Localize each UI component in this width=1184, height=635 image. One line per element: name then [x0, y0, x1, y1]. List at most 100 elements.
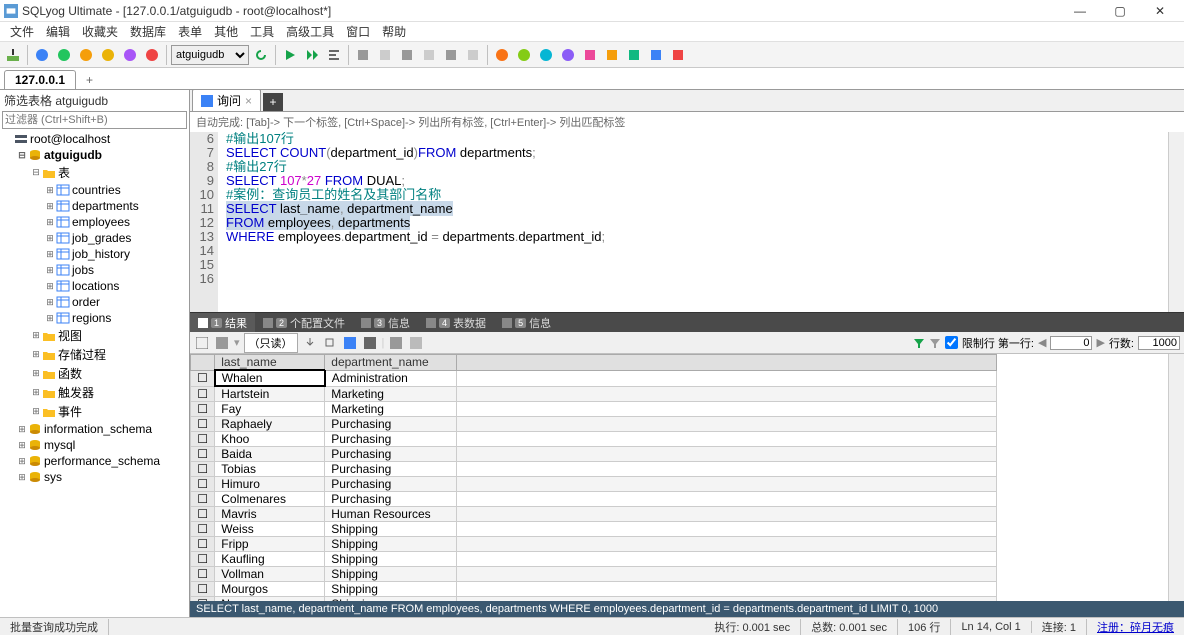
menu-item[interactable]: 工具	[244, 21, 280, 42]
sync-icon[interactable]	[668, 45, 688, 65]
first-row-input[interactable]	[1050, 336, 1092, 350]
table-row[interactable]: ☐TobiasPurchasing	[191, 462, 997, 477]
limit-checkbox[interactable]	[945, 336, 958, 349]
menu-item[interactable]: 数据库	[124, 21, 172, 42]
table-row[interactable]: ☐MourgosShipping	[191, 582, 997, 597]
menu-item[interactable]: 收藏夹	[76, 21, 124, 42]
tree-item[interactable]: ⊞函数	[2, 364, 187, 383]
result-grid[interactable]: last_namedepartment_name☐WhalenAdministr…	[190, 354, 997, 601]
sync-icon[interactable]	[514, 45, 534, 65]
tree-item[interactable]: ⊟atguigudb	[2, 147, 187, 163]
menu-item[interactable]: 编辑	[40, 21, 76, 42]
tree-item[interactable]: ⊞performance_schema	[2, 453, 187, 469]
tree-item[interactable]: root@localhost	[2, 131, 187, 147]
table-row[interactable]: ☐MavrisHuman Resources	[191, 507, 997, 522]
menu-item[interactable]: 文件	[4, 21, 40, 42]
query-tab[interactable]: 询问 ×	[192, 90, 261, 111]
first-row-prev-icon[interactable]: ◀	[1038, 336, 1046, 349]
table-row[interactable]: ☐HartsteinMarketing	[191, 386, 997, 402]
tree-item[interactable]: ⊞sys	[2, 469, 187, 485]
tree-item[interactable]: ⊞regions	[2, 310, 187, 326]
result-tab[interactable]: 2 个配置文件	[255, 313, 353, 333]
table-row[interactable]: ☐WeissShipping	[191, 522, 997, 537]
sync-icon[interactable]	[624, 45, 644, 65]
table-row[interactable]: ☐VollmanShipping	[191, 567, 997, 582]
column-header[interactable]: last_name	[215, 355, 325, 371]
close-button[interactable]: ✕	[1140, 1, 1180, 21]
tree-item[interactable]: ⊟表	[2, 163, 187, 182]
tool-icon[interactable]	[441, 45, 461, 65]
tree-item[interactable]: ⊞information_schema	[2, 421, 187, 437]
table-row[interactable]: ☐FayMarketing	[191, 402, 997, 417]
tool-icon[interactable]	[353, 45, 373, 65]
tree-item[interactable]: ⊞locations	[2, 278, 187, 294]
tool-icon[interactable]	[408, 335, 424, 351]
tree-item[interactable]: ⊞视图	[2, 326, 187, 345]
tree-item[interactable]: ⊞job_grades	[2, 230, 187, 246]
tool-icon[interactable]	[388, 335, 404, 351]
new-connection-icon[interactable]	[3, 45, 23, 65]
maximize-button[interactable]: ▢	[1100, 1, 1140, 21]
menu-item[interactable]: 其他	[208, 21, 244, 42]
object-tree[interactable]: root@localhost⊟atguigudb⊟表⊞countries⊞dep…	[0, 129, 189, 617]
format-icon[interactable]	[324, 45, 344, 65]
code-area[interactable]: #输出107行SELECT COUNT(department_id)FROM d…	[218, 132, 1168, 312]
tree-item[interactable]: ⊞job_history	[2, 246, 187, 262]
editor-scrollbar[interactable]	[1168, 132, 1184, 312]
rowcount-input[interactable]	[1138, 336, 1180, 350]
globe-green-icon[interactable]	[54, 45, 74, 65]
clear-filter-icon[interactable]	[929, 337, 941, 349]
minimize-button[interactable]: —	[1060, 1, 1100, 21]
table-row[interactable]: ☐HimuroPurchasing	[191, 477, 997, 492]
tree-item[interactable]: ⊞触发器	[2, 383, 187, 402]
tree-item[interactable]: ⊞order	[2, 294, 187, 310]
globe-orange-icon[interactable]	[76, 45, 96, 65]
refresh-icon[interactable]	[251, 45, 271, 65]
table-row[interactable]: ☐RaphaelyPurchasing	[191, 417, 997, 432]
table-row[interactable]: ☐KauflingShipping	[191, 552, 997, 567]
table-row[interactable]: ☐ColmenaresPurchasing	[191, 492, 997, 507]
tool-icon[interactable]	[397, 45, 417, 65]
tree-item[interactable]: ⊞存储过程	[2, 345, 187, 364]
delete-icon[interactable]	[362, 335, 378, 351]
filter-icon[interactable]	[913, 337, 925, 349]
export-icon[interactable]	[302, 335, 318, 351]
execute-all-icon[interactable]	[302, 45, 322, 65]
execute-icon[interactable]	[280, 45, 300, 65]
tree-item[interactable]: ⊞departments	[2, 198, 187, 214]
table-row[interactable]: ☐FrippShipping	[191, 537, 997, 552]
tree-item[interactable]: ⊞事件	[2, 402, 187, 421]
tree-item[interactable]: ⊞jobs	[2, 262, 187, 278]
sync-icon[interactable]	[602, 45, 622, 65]
result-tab[interactable]: 5 信息	[494, 313, 559, 333]
connection-tab[interactable]: 127.0.0.1	[4, 70, 76, 89]
sql-editor[interactable]: 678910111213141516 #输出107行SELECT COUNT(d…	[190, 132, 1184, 312]
form-view-icon[interactable]	[214, 335, 230, 351]
menu-item[interactable]: 窗口	[340, 21, 376, 42]
copy-icon[interactable]	[322, 335, 338, 351]
close-tab-icon[interactable]: ×	[245, 94, 252, 108]
sync-icon[interactable]	[580, 45, 600, 65]
tool-icon[interactable]	[375, 45, 395, 65]
grid-view-icon[interactable]	[194, 335, 210, 351]
first-row-next-icon[interactable]: ▶	[1096, 336, 1104, 349]
table-row[interactable]: ☐NayerShipping	[191, 597, 997, 602]
tree-item[interactable]: ⊞employees	[2, 214, 187, 230]
globe-yellow-icon[interactable]	[98, 45, 118, 65]
globe-blue-icon[interactable]	[32, 45, 52, 65]
filter-input[interactable]	[2, 111, 187, 129]
table-row[interactable]: ☐KhooPurchasing	[191, 432, 997, 447]
tree-item[interactable]: ⊞countries	[2, 182, 187, 198]
column-header[interactable]: department_name	[325, 355, 457, 371]
sync-icon[interactable]	[646, 45, 666, 65]
result-tab[interactable]: 1 结果	[190, 313, 255, 333]
status-registration[interactable]: 注册：碎月无痕	[1087, 619, 1184, 635]
tree-item[interactable]: ⊞mysql	[2, 437, 187, 453]
result-tab[interactable]: 4 表数据	[418, 313, 494, 333]
save-icon[interactable]	[342, 335, 358, 351]
sync-icon[interactable]	[492, 45, 512, 65]
table-row[interactable]: ☐WhalenAdministration	[191, 370, 997, 386]
tool-icon[interactable]	[419, 45, 439, 65]
sync-icon[interactable]	[536, 45, 556, 65]
tool-icon[interactable]	[463, 45, 483, 65]
